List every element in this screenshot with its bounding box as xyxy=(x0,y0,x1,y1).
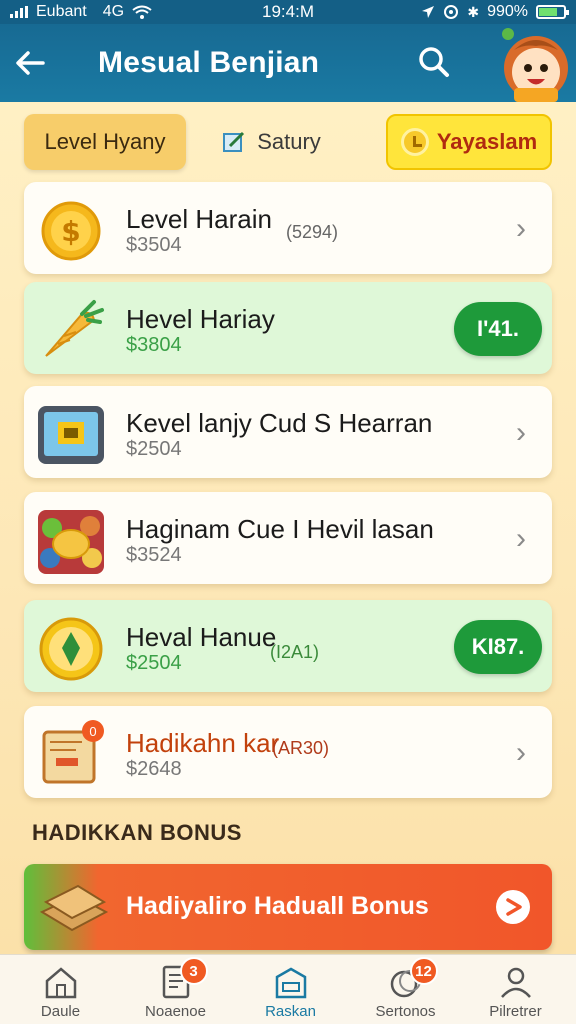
back-button[interactable] xyxy=(0,24,60,102)
list-item[interactable]: 0 Hadikahn kar $2648 (AR30) › xyxy=(24,706,552,798)
tab-satury[interactable]: Satury xyxy=(206,114,336,170)
battery-icon xyxy=(536,5,569,19)
tab-satury-label: Satury xyxy=(257,129,321,154)
item-title: Level Harain xyxy=(126,204,272,234)
list-item[interactable]: Haginam Cue I Hevil lasan $3524 › xyxy=(24,492,552,584)
signal-icon xyxy=(10,6,28,18)
profile-icon xyxy=(500,967,531,998)
item-note: (5294) xyxy=(286,222,339,242)
chevron-right-icon[interactable]: › xyxy=(516,212,526,246)
arrow-right-button[interactable] xyxy=(496,890,530,924)
battery-label: 990% xyxy=(487,3,528,20)
tab-yayaslam[interactable]: Yayaslam xyxy=(386,114,552,170)
tab-yayaslam-label: Yayaslam xyxy=(436,129,538,154)
nav-store[interactable]: Raskan xyxy=(233,955,348,1024)
document-icon: 3 xyxy=(158,957,208,999)
section-heading: HADIKKAN BONUS xyxy=(32,820,242,845)
tab-level-label: Level Hyany xyxy=(44,129,166,154)
chevron-right-icon[interactable]: › xyxy=(516,736,526,770)
item-title: Heval Hanue xyxy=(126,622,277,652)
item-title: Hadikahn kar xyxy=(126,728,280,758)
bonus-banner[interactable]: Hadiyaliro Haduall Bonus xyxy=(24,864,552,950)
bread-icon xyxy=(39,884,109,932)
location-icon xyxy=(422,6,435,18)
clock: 19:4:M xyxy=(262,2,314,21)
nav-messages[interactable]: 3 Noaenoe xyxy=(118,955,233,1024)
notification-badge: 3 xyxy=(179,957,208,985)
item-badge: 0 xyxy=(82,720,104,742)
item-title: Haginam Cue I Hevil lasan xyxy=(126,514,434,544)
item-price: $3524 xyxy=(126,544,182,566)
chevron-right-icon[interactable]: › xyxy=(516,416,526,450)
app-header: Mesual Benjian xyxy=(0,24,576,102)
bluetooth-icon: ✱ xyxy=(467,3,480,20)
edit-icon xyxy=(223,131,245,152)
network-label: 4G xyxy=(102,3,125,20)
play-icon xyxy=(506,898,522,916)
item-price: $2648 xyxy=(126,758,182,780)
alarm-icon xyxy=(444,5,459,19)
item-price: $3804 xyxy=(126,334,182,356)
claim-button[interactable]: I'41. xyxy=(454,302,542,356)
claim-button[interactable]: KI87. xyxy=(454,620,542,674)
wifi-icon xyxy=(132,5,152,19)
store-icon xyxy=(275,967,306,999)
list-item[interactable]: Kevel lanjy Cud S Hearran $2504 › xyxy=(24,386,552,478)
search-button[interactable] xyxy=(414,42,454,82)
carrot-icon xyxy=(45,300,104,357)
list-item[interactable]: Heval Hanue $2504 (I2A1) KI87. xyxy=(24,600,552,692)
nav-label: Sertonos xyxy=(375,1003,436,1020)
item-note: (I2A1) xyxy=(270,642,320,662)
nav-label: Raskan xyxy=(265,1003,316,1020)
nav-profile[interactable]: Pilretrer xyxy=(458,955,573,1024)
bottom-nav: Daule 3 Noaenoe Raskan 12 Sertonos Pilre… xyxy=(0,954,576,1024)
item-price: $2504 xyxy=(126,652,182,674)
item-title: Hevel Hariay xyxy=(126,304,275,334)
list-item[interactable]: Hevel Hariay $3804 I'41. xyxy=(24,282,552,374)
page-title: Mesual Benjian xyxy=(98,46,320,79)
content-area: Level Hyany Satury Yayaslam $ Level Hara… xyxy=(0,102,576,954)
nav-coins[interactable]: 12 Sertonos xyxy=(348,955,463,1024)
item-note: (AR30) xyxy=(272,738,330,758)
svg-text:$: $ xyxy=(61,215,80,248)
nav-label: Noaenoe xyxy=(145,1003,206,1020)
item-price: $2504 xyxy=(126,438,182,460)
status-bar: Eubant 4G 19:4:M ✱ 990% xyxy=(0,0,576,24)
mascot-icon xyxy=(502,28,568,102)
clock-icon xyxy=(400,128,429,156)
nav-home[interactable]: Daule xyxy=(3,955,118,1024)
coin-icon: $ xyxy=(41,201,101,261)
home-icon xyxy=(45,967,76,999)
phone-icon xyxy=(38,406,104,464)
arrow-left-icon xyxy=(16,51,45,75)
coins-icon: 12 xyxy=(388,957,438,999)
carrier-label: Eubant xyxy=(36,3,87,20)
chevron-right-icon[interactable]: › xyxy=(516,522,526,556)
medal-icon xyxy=(39,617,103,681)
nav-label: Daule xyxy=(40,1003,81,1020)
tab-level[interactable]: Level Hyany xyxy=(24,114,186,170)
bonus-label: Hadiyaliro Haduall Bonus xyxy=(126,892,429,920)
nav-label: Pilretrer xyxy=(489,1003,542,1020)
search-icon xyxy=(419,47,449,77)
item-price: $3504 xyxy=(126,234,182,256)
notification-badge: 12 xyxy=(409,957,438,985)
list-item[interactable]: $ Level Harain $3504 (5294) › xyxy=(24,182,552,274)
item-title: Kevel lanjy Cud S Hearran xyxy=(126,408,433,438)
food-platter-icon xyxy=(38,510,104,574)
